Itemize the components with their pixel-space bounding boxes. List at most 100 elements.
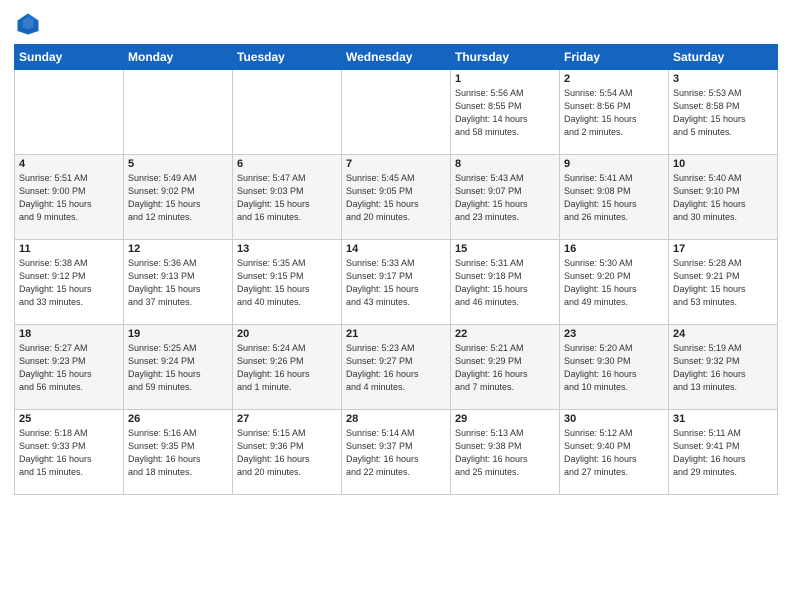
day-number: 19 (128, 328, 228, 340)
day-info: Sunrise: 5:47 AM Sunset: 9:03 PM Dayligh… (237, 172, 337, 224)
day-info: Sunrise: 5:38 AM Sunset: 9:12 PM Dayligh… (19, 257, 119, 309)
calendar-cell: 7Sunrise: 5:45 AM Sunset: 9:05 PM Daylig… (342, 155, 451, 240)
day-number: 30 (564, 413, 664, 425)
day-info: Sunrise: 5:13 AM Sunset: 9:38 PM Dayligh… (455, 427, 555, 479)
calendar-cell (233, 70, 342, 155)
weekday-header-sunday: Sunday (15, 45, 124, 70)
day-info: Sunrise: 5:12 AM Sunset: 9:40 PM Dayligh… (564, 427, 664, 479)
day-number: 9 (564, 158, 664, 170)
day-info: Sunrise: 5:30 AM Sunset: 9:20 PM Dayligh… (564, 257, 664, 309)
calendar-cell: 20 Sunrise: 5:24 AM Sunset: 9:26 PM Dayli… (233, 325, 342, 410)
day-number: 6 (237, 158, 337, 170)
day-number: 15 (455, 243, 555, 255)
day-info: Sunrise: 5:51 AM Sunset: 9:00 PM Dayligh… (19, 172, 119, 224)
day-info: Sunrise: 5:35 AM Sunset: 9:15 PM Dayligh… (237, 257, 337, 309)
day-info: Sunrise: 5:25 AM Sunset: 9:24 PM Dayligh… (128, 342, 228, 394)
calendar-cell: 6 Sunrise: 5:47 AM Sunset: 9:03 PM Daylig… (233, 155, 342, 240)
day-info: Sunrise: 5:33 AM Sunset: 9:17 PM Dayligh… (346, 257, 446, 309)
day-number: 17 (673, 243, 773, 255)
day-number: 16 (564, 243, 664, 255)
logo (14, 10, 46, 38)
day-number: 11 (19, 243, 119, 255)
calendar-cell: 28 Sunrise: 5:14 AM Sunset: 9:37 PM Dayli… (342, 410, 451, 495)
calendar-cell: 30 Sunrise: 5:12 AM Sunset: 9:40 PM Dayli… (560, 410, 669, 495)
calendar-cell (15, 70, 124, 155)
day-number: 18 (19, 328, 119, 340)
day-number: 24 (673, 328, 773, 340)
day-number: 20 (237, 328, 337, 340)
day-number: 3 (673, 73, 773, 85)
day-number: 27 (237, 413, 337, 425)
calendar-week-row: 11 Sunrise: 5:38 AM Sunset: 9:12 PM Dayli… (15, 240, 778, 325)
day-info: Sunrise: 5:15 AM Sunset: 9:36 PM Dayligh… (237, 427, 337, 479)
calendar-cell: 5Sunrise: 5:49 AM Sunset: 9:02 PM Daylig… (124, 155, 233, 240)
day-number: 26 (128, 413, 228, 425)
calendar-cell (124, 70, 233, 155)
weekday-header-monday: Monday (124, 45, 233, 70)
calendar-cell: 10 Sunrise: 5:40 AM Sunset: 9:10 PM Dayli… (669, 155, 778, 240)
calendar-table: SundayMondayTuesdayWednesdayThursdayFrid… (14, 44, 778, 495)
calendar-cell: 12 Sunrise: 5:36 AM Sunset: 9:13 PM Dayli… (124, 240, 233, 325)
day-info: Sunrise: 5:20 AM Sunset: 9:30 PM Dayligh… (564, 342, 664, 394)
calendar-cell: 11 Sunrise: 5:38 AM Sunset: 9:12 PM Dayli… (15, 240, 124, 325)
day-info: Sunrise: 5:54 AM Sunset: 8:56 PM Dayligh… (564, 87, 664, 139)
day-number: 22 (455, 328, 555, 340)
day-info: Sunrise: 5:41 AM Sunset: 9:08 PM Dayligh… (564, 172, 664, 224)
weekday-header-row: SundayMondayTuesdayWednesdayThursdayFrid… (15, 45, 778, 70)
day-number: 28 (346, 413, 446, 425)
day-number: 2 (564, 73, 664, 85)
day-info: Sunrise: 5:45 AM Sunset: 9:05 PM Dayligh… (346, 172, 446, 224)
calendar-cell: 8 Sunrise: 5:43 AM Sunset: 9:07 PM Daylig… (451, 155, 560, 240)
calendar-cell: 2 Sunrise: 5:54 AM Sunset: 8:56 PM Daylig… (560, 70, 669, 155)
calendar-week-row: 1Sunrise: 5:56 AM Sunset: 8:55 PM Daylig… (15, 70, 778, 155)
day-number: 29 (455, 413, 555, 425)
calendar-cell: 24 Sunrise: 5:19 AM Sunset: 9:32 PM Dayli… (669, 325, 778, 410)
calendar-week-row: 25 Sunrise: 5:18 AM Sunset: 9:33 PM Dayli… (15, 410, 778, 495)
calendar-cell: 9 Sunrise: 5:41 AM Sunset: 9:08 PM Daylig… (560, 155, 669, 240)
day-info: Sunrise: 5:49 AM Sunset: 9:02 PM Dayligh… (128, 172, 228, 224)
calendar-cell: 4 Sunrise: 5:51 AM Sunset: 9:00 PM Daylig… (15, 155, 124, 240)
calendar-cell: 18Sunrise: 5:27 AM Sunset: 9:23 PM Dayli… (15, 325, 124, 410)
calendar-cell: 31 Sunrise: 5:11 AM Sunset: 9:41 PM Dayli… (669, 410, 778, 495)
calendar-week-row: 18Sunrise: 5:27 AM Sunset: 9:23 PM Dayli… (15, 325, 778, 410)
calendar-cell: 13Sunrise: 5:35 AM Sunset: 9:15 PM Dayli… (233, 240, 342, 325)
day-number: 25 (19, 413, 119, 425)
day-info: Sunrise: 5:18 AM Sunset: 9:33 PM Dayligh… (19, 427, 119, 479)
calendar-cell: 17 Sunrise: 5:28 AM Sunset: 9:21 PM Dayli… (669, 240, 778, 325)
calendar-cell: 14 Sunrise: 5:33 AM Sunset: 9:17 PM Dayli… (342, 240, 451, 325)
calendar-cell (342, 70, 451, 155)
calendar-cell: 27 Sunrise: 5:15 AM Sunset: 9:36 PM Dayli… (233, 410, 342, 495)
day-info: Sunrise: 5:19 AM Sunset: 9:32 PM Dayligh… (673, 342, 773, 394)
day-info: Sunrise: 5:40 AM Sunset: 9:10 PM Dayligh… (673, 172, 773, 224)
day-info: Sunrise: 5:16 AM Sunset: 9:35 PM Dayligh… (128, 427, 228, 479)
calendar-cell: 23 Sunrise: 5:20 AM Sunset: 9:30 PM Dayli… (560, 325, 669, 410)
calendar-cell: 19 Sunrise: 5:25 AM Sunset: 9:24 PM Dayli… (124, 325, 233, 410)
calendar-cell: 29 Sunrise: 5:13 AM Sunset: 9:38 PM Dayli… (451, 410, 560, 495)
calendar-week-row: 4 Sunrise: 5:51 AM Sunset: 9:00 PM Daylig… (15, 155, 778, 240)
day-number: 31 (673, 413, 773, 425)
day-info: Sunrise: 5:14 AM Sunset: 9:37 PM Dayligh… (346, 427, 446, 479)
day-number: 10 (673, 158, 773, 170)
day-info: Sunrise: 5:28 AM Sunset: 9:21 PM Dayligh… (673, 257, 773, 309)
logo-icon (14, 10, 42, 38)
day-number: 4 (19, 158, 119, 170)
calendar-cell: 3 Sunrise: 5:53 AM Sunset: 8:58 PM Daylig… (669, 70, 778, 155)
day-info: Sunrise: 5:36 AM Sunset: 9:13 PM Dayligh… (128, 257, 228, 309)
day-info: Sunrise: 5:43 AM Sunset: 9:07 PM Dayligh… (455, 172, 555, 224)
calendar-cell: 1Sunrise: 5:56 AM Sunset: 8:55 PM Daylig… (451, 70, 560, 155)
day-info: Sunrise: 5:53 AM Sunset: 8:58 PM Dayligh… (673, 87, 773, 139)
calendar-cell: 21Sunrise: 5:23 AM Sunset: 9:27 PM Dayli… (342, 325, 451, 410)
day-info: Sunrise: 5:56 AM Sunset: 8:55 PM Dayligh… (455, 87, 555, 139)
day-info: Sunrise: 5:11 AM Sunset: 9:41 PM Dayligh… (673, 427, 773, 479)
day-number: 12 (128, 243, 228, 255)
calendar-cell: 16 Sunrise: 5:30 AM Sunset: 9:20 PM Dayli… (560, 240, 669, 325)
weekday-header-wednesday: Wednesday (342, 45, 451, 70)
day-info: Sunrise: 5:21 AM Sunset: 9:29 PM Dayligh… (455, 342, 555, 394)
day-number: 8 (455, 158, 555, 170)
day-info: Sunrise: 5:24 AM Sunset: 9:26 PM Dayligh… (237, 342, 337, 394)
weekday-header-saturday: Saturday (669, 45, 778, 70)
day-number: 21 (346, 328, 446, 340)
day-number: 23 (564, 328, 664, 340)
weekday-header-thursday: Thursday (451, 45, 560, 70)
day-number: 14 (346, 243, 446, 255)
